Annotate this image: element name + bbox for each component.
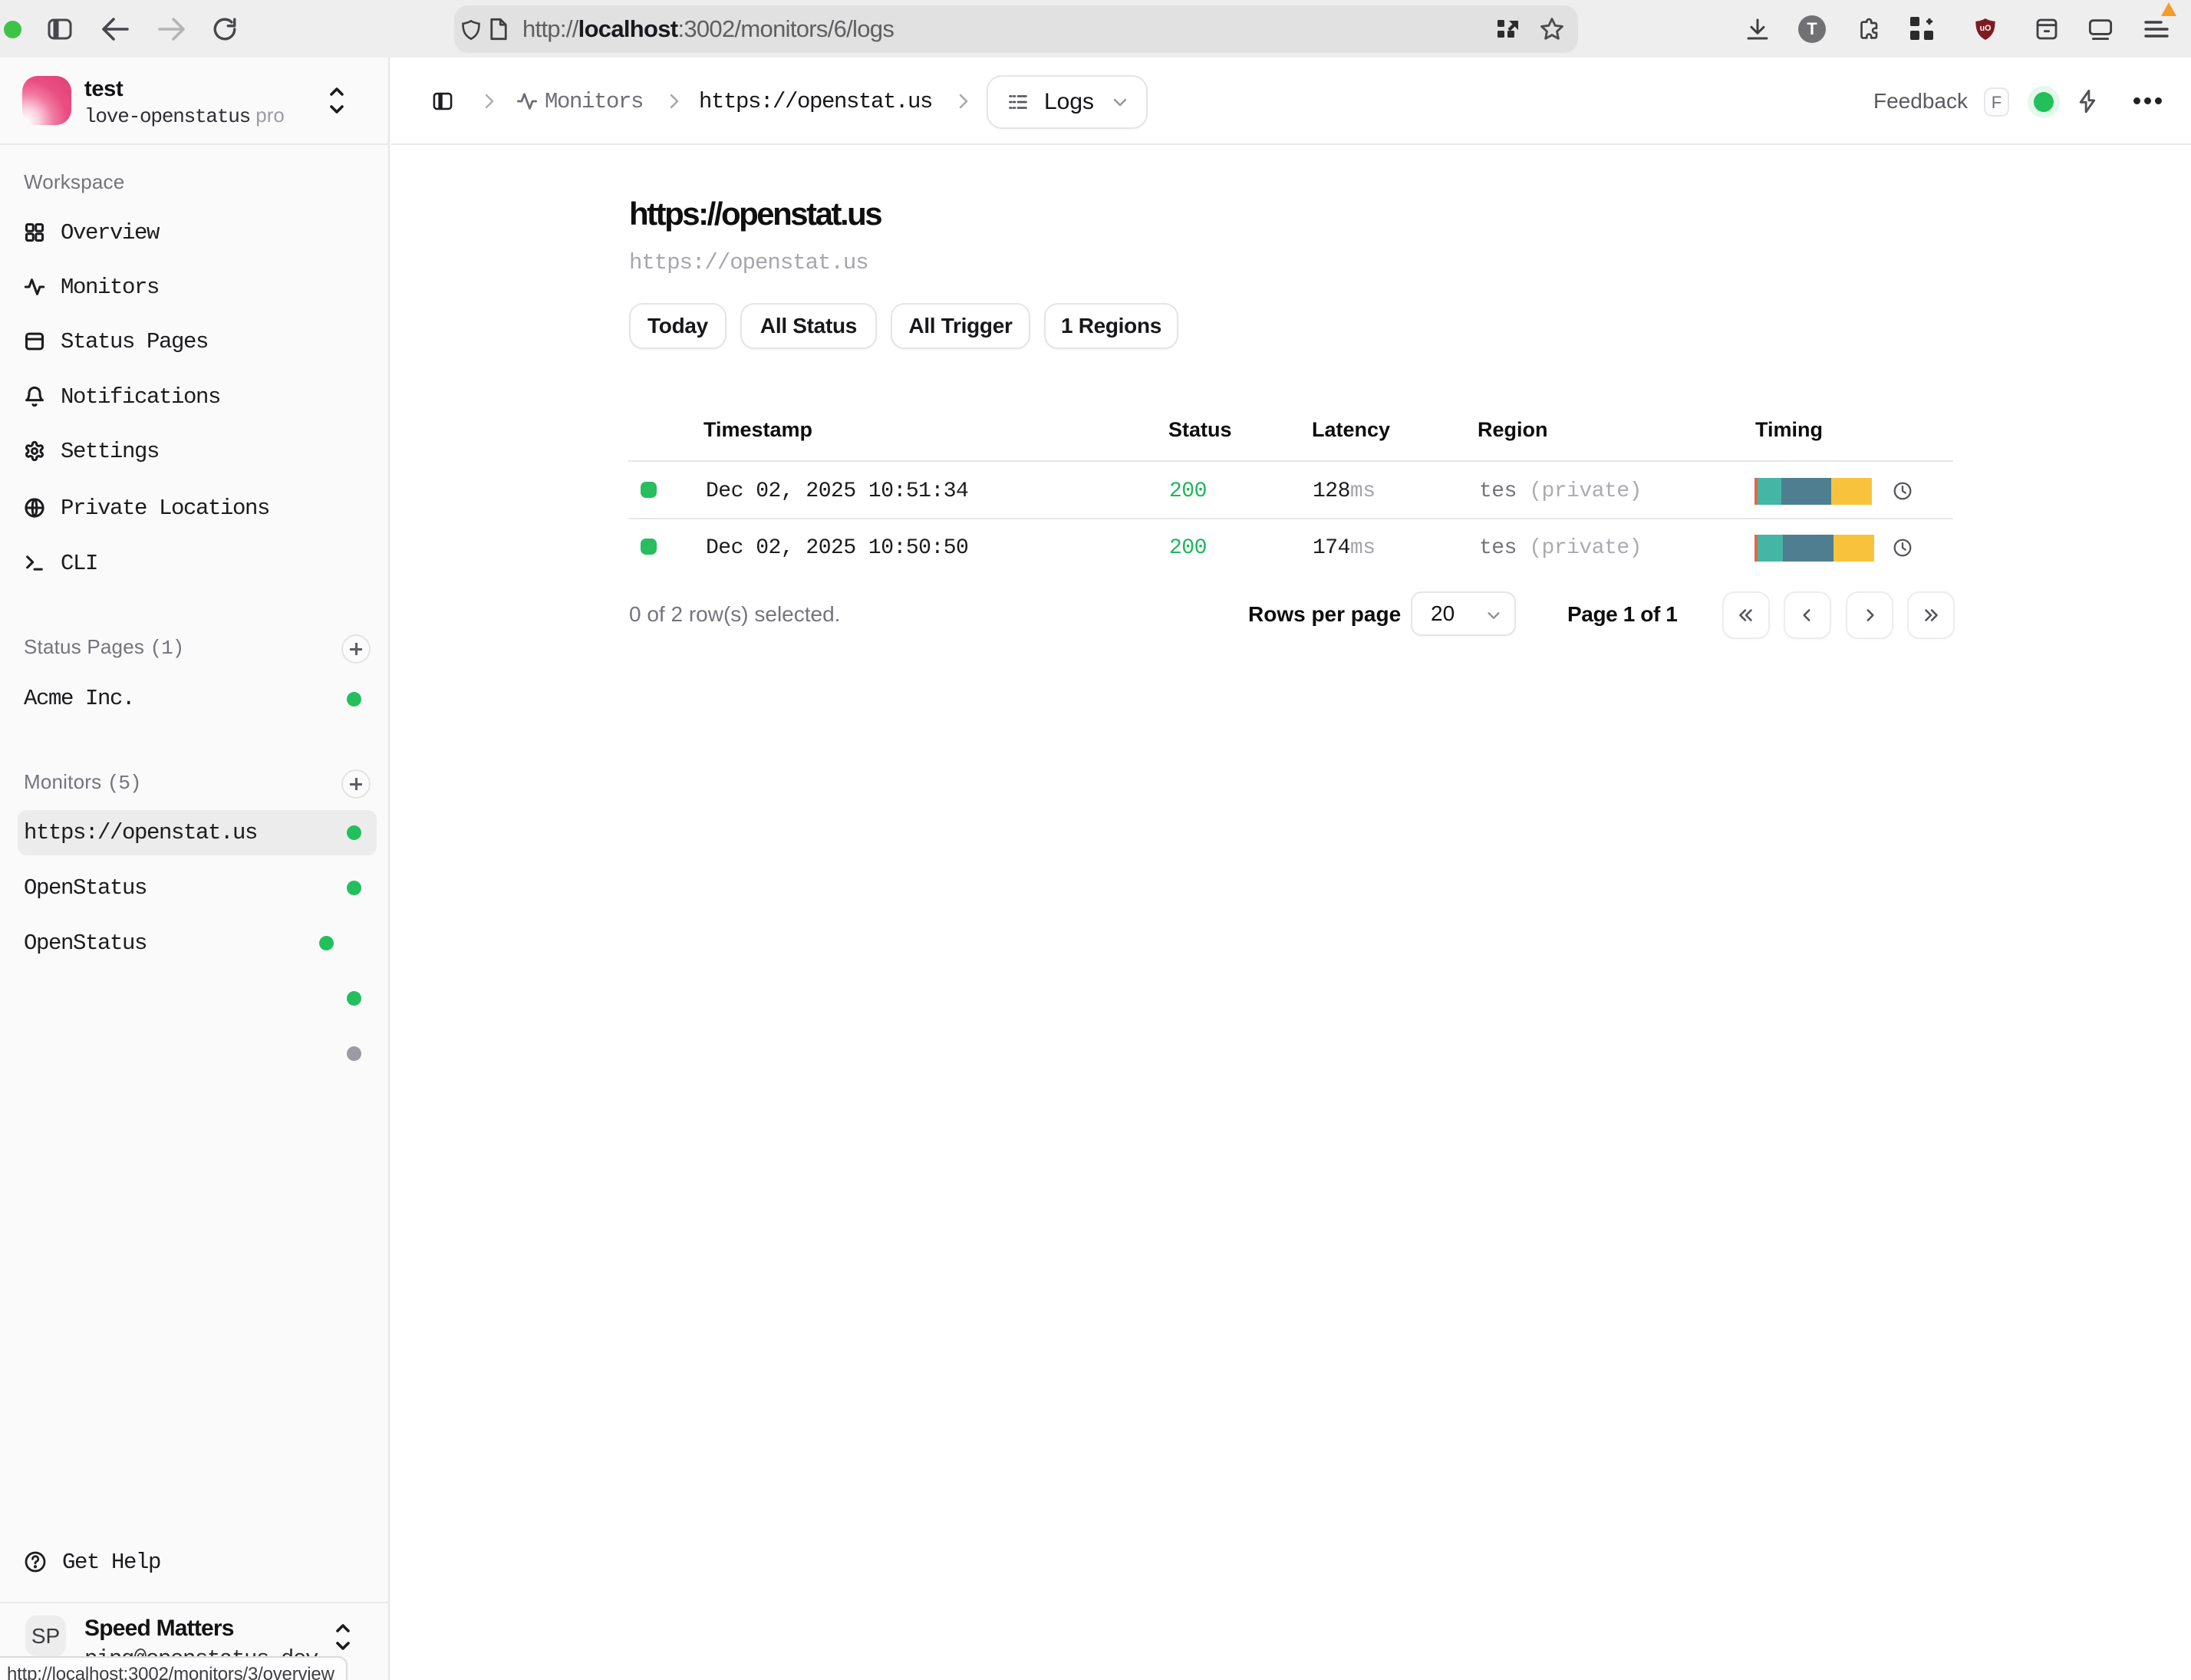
svg-text:uO: uO [1980, 24, 1992, 33]
